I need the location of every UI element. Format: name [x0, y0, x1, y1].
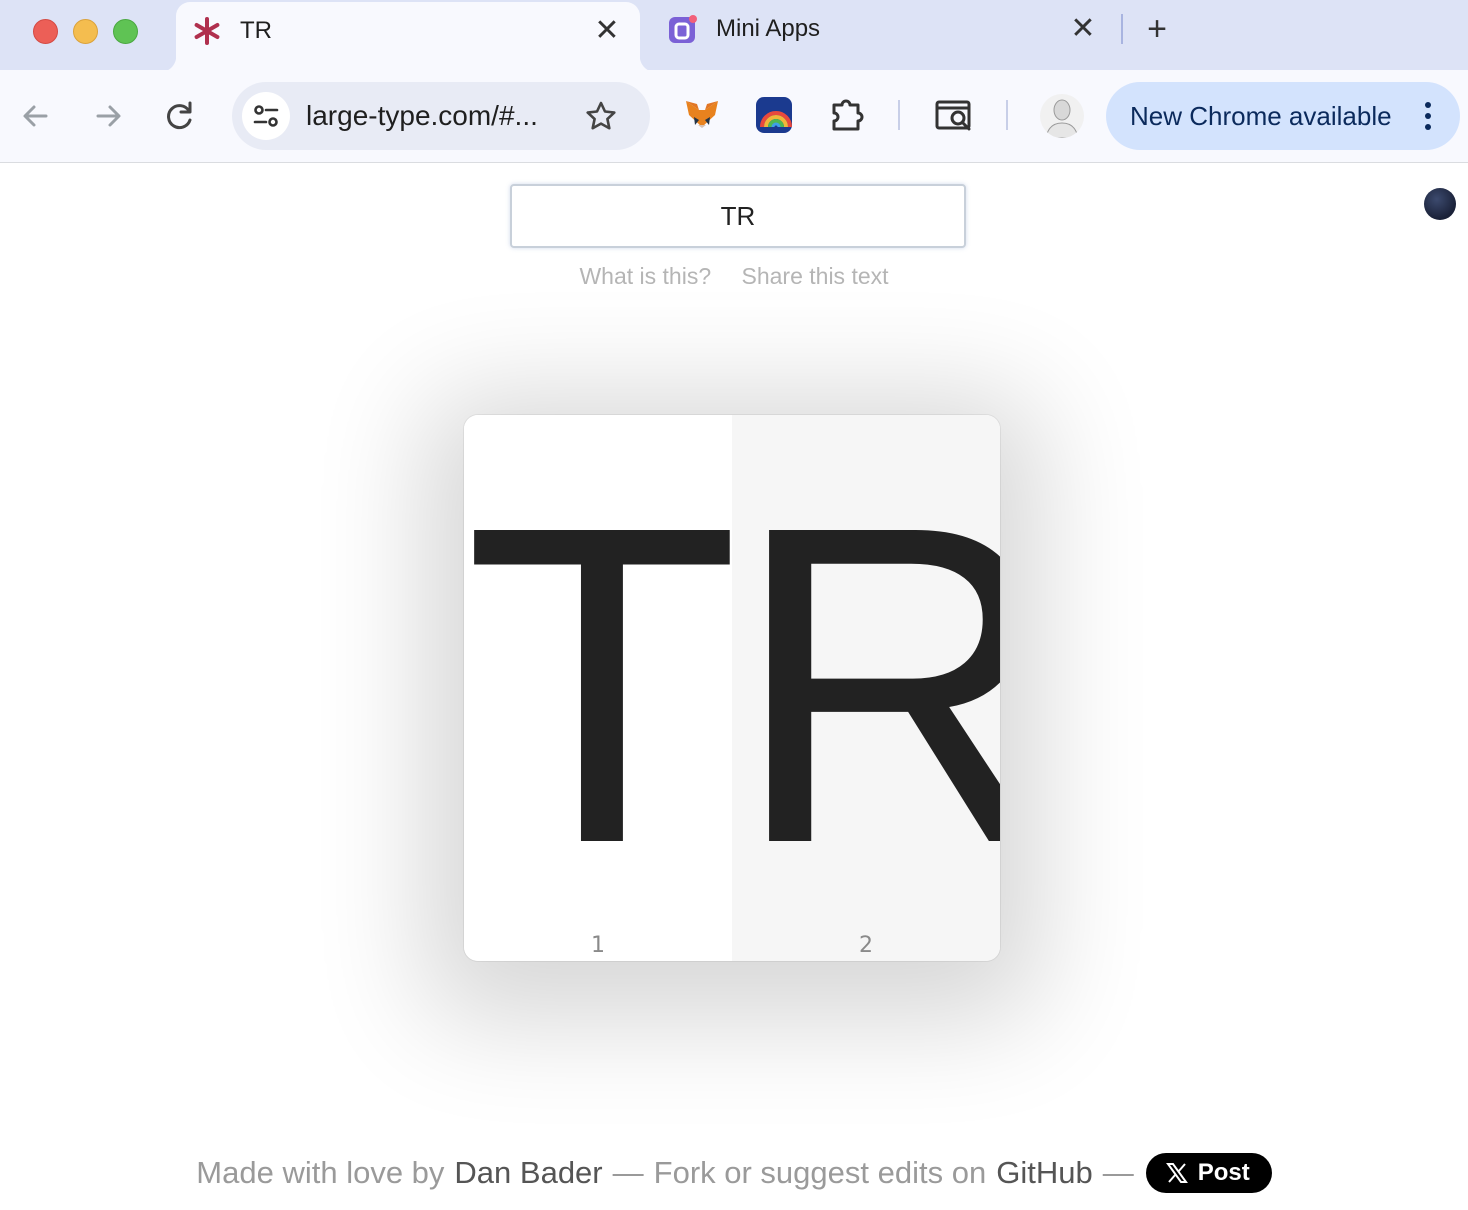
address-bar[interactable]: large-type.com/#... [232, 82, 650, 150]
x-post-label: Post [1197, 1159, 1250, 1186]
close-window-button[interactable] [33, 19, 58, 44]
character-glyph: T [464, 432, 732, 937]
toolbar-divider [898, 100, 900, 130]
large-type-display: T 1 R 2 [464, 415, 1000, 961]
share-text-link[interactable]: Share this text [742, 263, 889, 289]
new-tab-button[interactable]: + [1141, 12, 1173, 46]
tune-icon [253, 105, 279, 127]
url-text[interactable]: large-type.com/#... [306, 98, 538, 134]
kebab-menu-icon[interactable] [1418, 100, 1438, 132]
character-glyph: R [732, 432, 1000, 937]
maximize-window-button[interactable] [113, 19, 138, 44]
footer-separator: — [1102, 1155, 1134, 1190]
new-chrome-available-button[interactable]: New Chrome available [1106, 82, 1460, 150]
x-logo-icon [1165, 1163, 1188, 1183]
rainbow-icon[interactable] [754, 95, 794, 135]
tab-close-icon[interactable]: ✕ [592, 16, 622, 46]
character-index: 1 [591, 933, 605, 958]
tab-divider [1121, 14, 1123, 44]
what-is-this-link[interactable]: What is this? [579, 263, 711, 289]
footer-fork-text: Fork or suggest edits on [653, 1155, 987, 1190]
mini-apps-icon [669, 15, 697, 43]
minimize-window-button[interactable] [73, 19, 98, 44]
footer-separator: — [612, 1155, 644, 1190]
tab-title-mini-apps[interactable]: Mini Apps [716, 14, 820, 44]
character-index: 2 [859, 933, 873, 958]
tab-strip: TR ✕ Mini Apps ✕ + [0, 0, 1468, 72]
tab-title: TR [240, 17, 272, 44]
update-label: New Chrome available [1130, 101, 1392, 131]
character-cell: R 2 [732, 415, 1000, 961]
footer: Made with love by Dan Bader — Fork or su… [0, 1150, 1468, 1196]
character-cell: T 1 [464, 415, 732, 961]
github-link[interactable]: GitHub [996, 1155, 1092, 1191]
bookmark-star-icon[interactable] [584, 99, 618, 133]
profile-avatar[interactable] [1040, 94, 1084, 138]
large-type-input[interactable] [510, 184, 966, 248]
tab-search-icon[interactable] [934, 95, 974, 135]
x-post-button[interactable]: Post [1145, 1153, 1272, 1193]
forward-arrow-icon[interactable] [90, 98, 126, 134]
tab-large-type[interactable]: TR ✕ [160, 2, 656, 72]
browser-toolbar: large-type.com/#... New Chrome available [0, 70, 1468, 163]
back-arrow-icon[interactable] [18, 98, 54, 134]
author-link[interactable]: Dan Bader [454, 1155, 602, 1191]
theme-toggle-button[interactable] [1424, 188, 1456, 220]
asterisk-icon [194, 17, 220, 45]
reload-icon[interactable] [162, 98, 198, 134]
person-icon [1045, 99, 1079, 138]
toolbar-divider [1006, 100, 1008, 130]
site-info-button[interactable] [242, 92, 290, 140]
tab-close-icon[interactable]: ✕ [1068, 14, 1098, 44]
metamask-fox-icon[interactable] [682, 95, 722, 135]
info-links: What is this? Share this text [0, 262, 1468, 290]
footer-made-by: Made with love by [196, 1155, 445, 1190]
puzzle-extensions-icon[interactable] [828, 95, 868, 135]
